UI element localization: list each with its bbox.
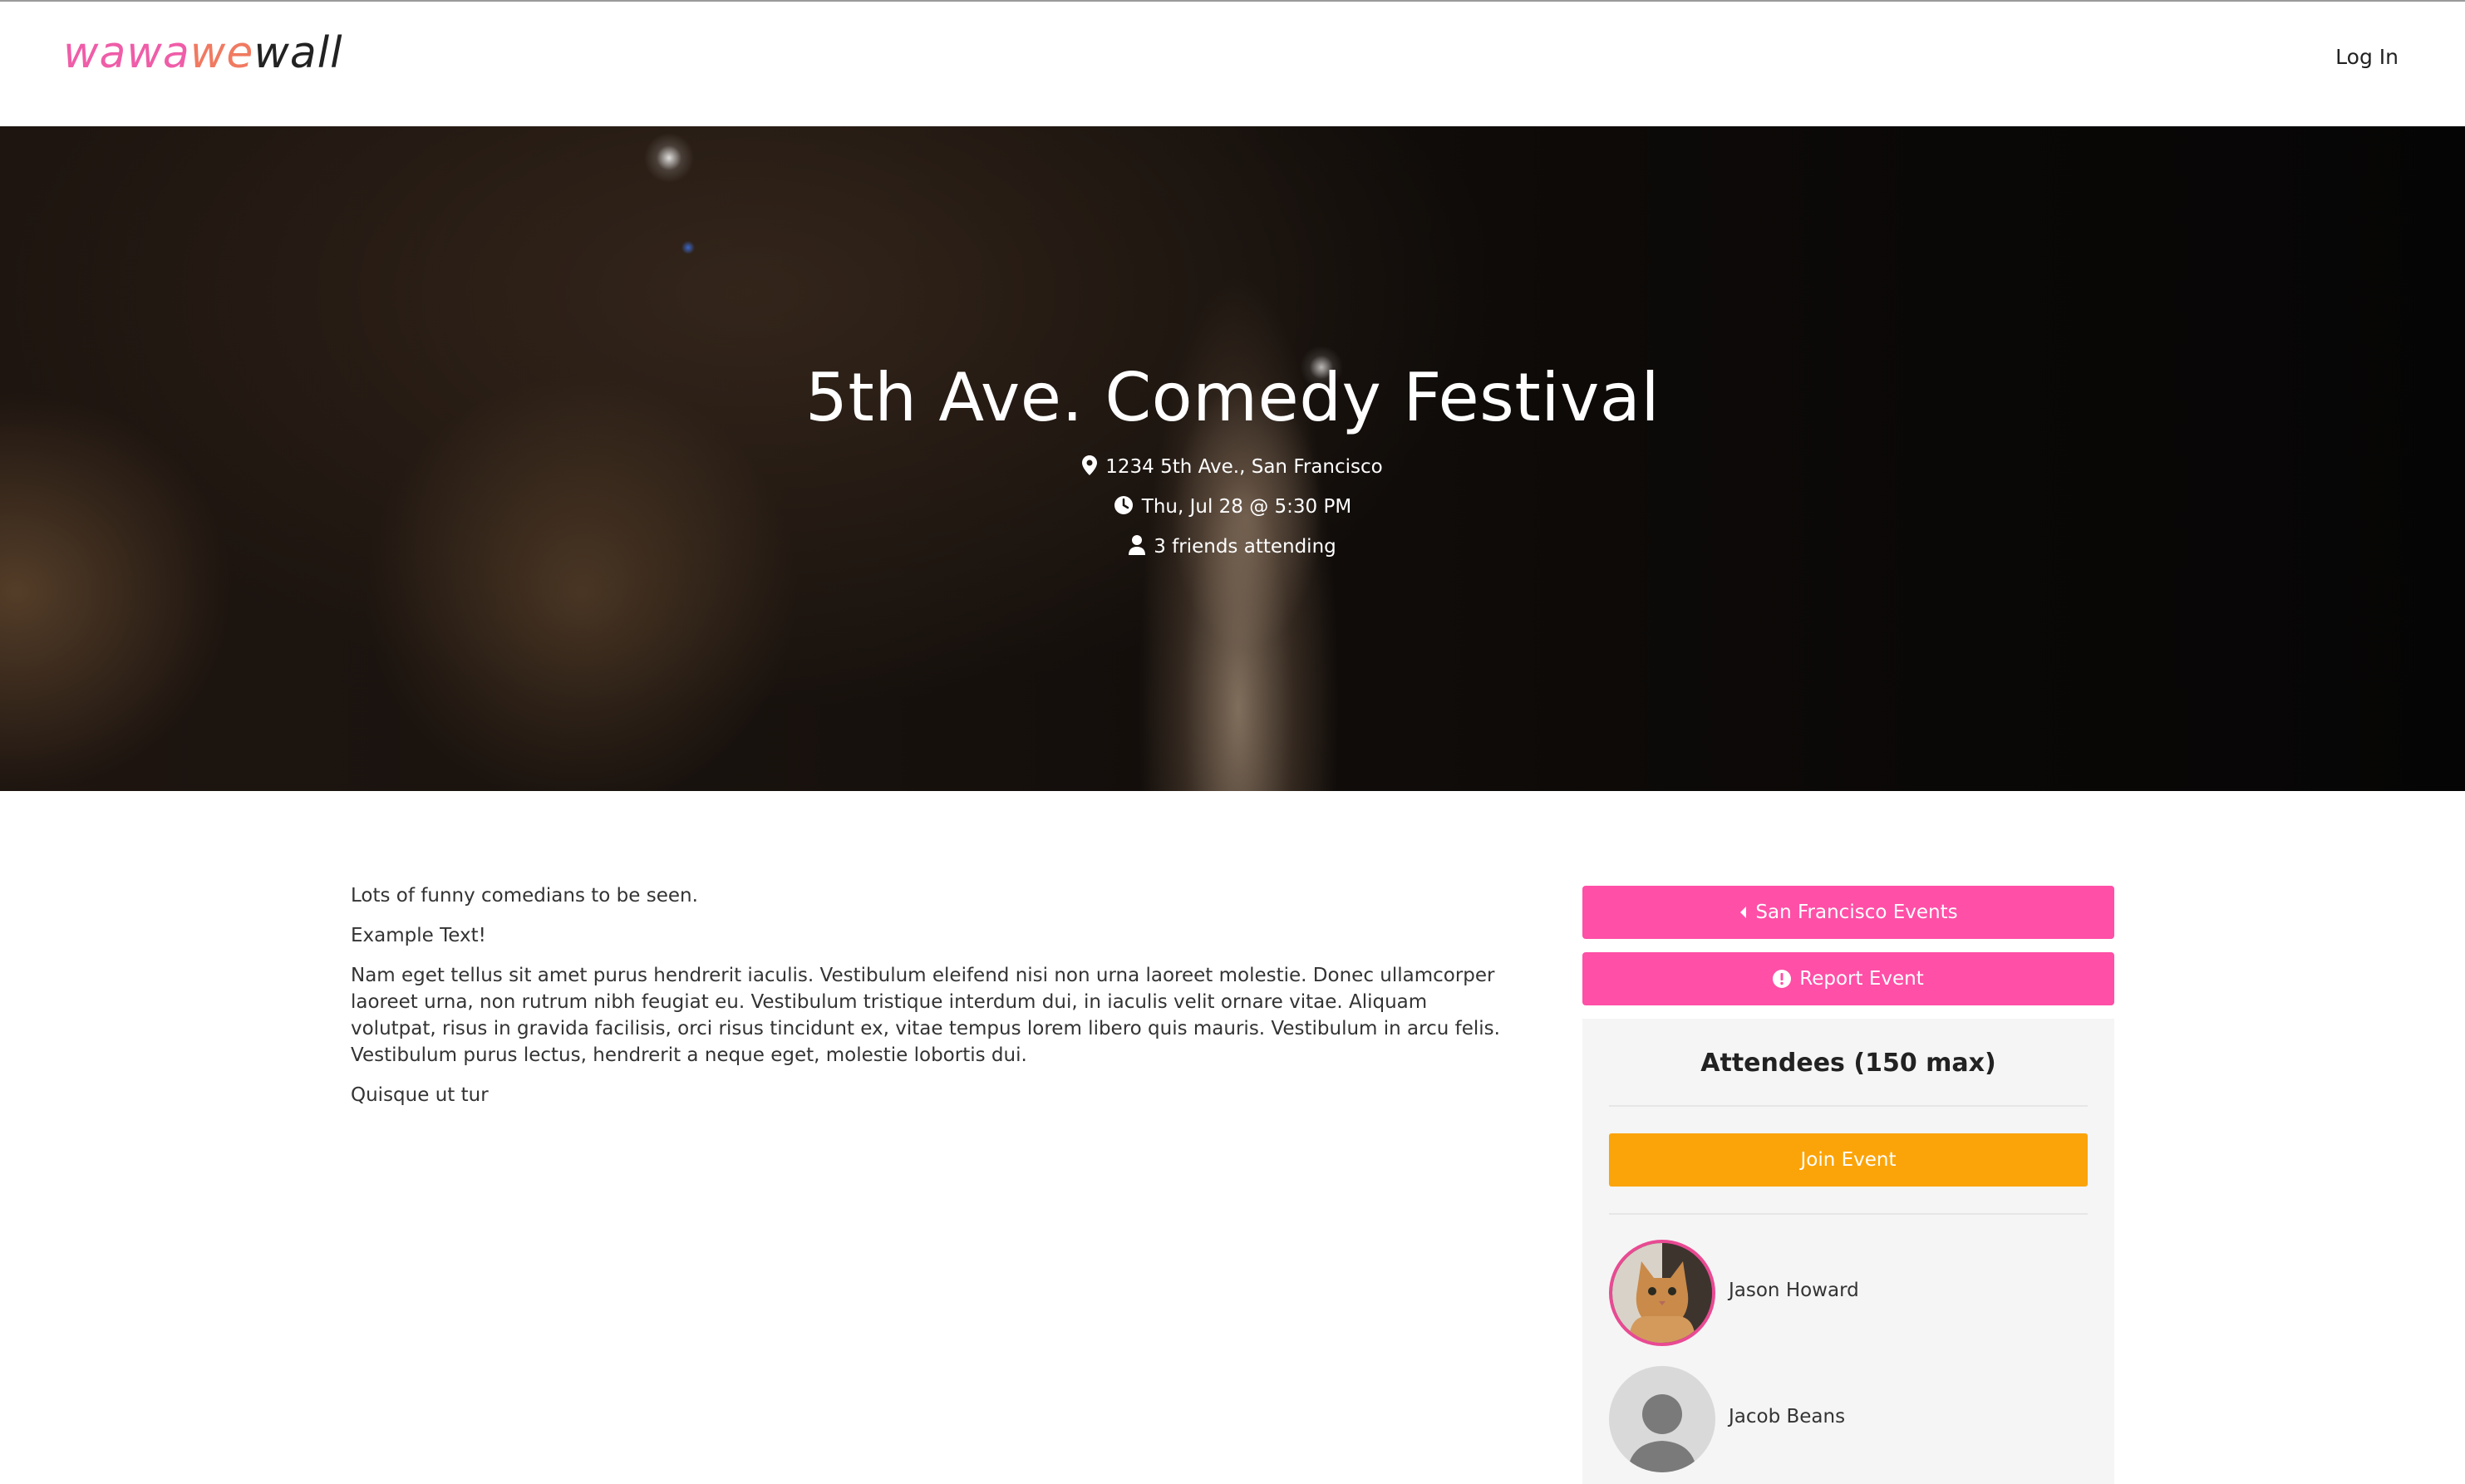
description-paragraph: Quisque ut tur — [351, 1084, 489, 1106]
back-button-label: San Francisco Events — [1755, 902, 1958, 923]
info-circle-icon — [1773, 970, 1792, 988]
event-friends: 3 friends attending — [0, 535, 2465, 560]
site-logo[interactable]: wawawewall — [63, 28, 343, 78]
description-paragraph: Nam eget tellus sit amet purus hendrerit… — [351, 965, 1500, 1066]
attendee-item[interactable]: Jacob Beans — [1609, 1366, 2088, 1474]
description-paragraph: Example Text! — [351, 925, 486, 946]
event-datetime: Thu, Jul 28 @ 5:30 PM — [0, 495, 2465, 520]
back-to-city-events-button[interactable]: San Francisco Events — [1582, 886, 2114, 939]
avatar — [1609, 1240, 1715, 1346]
event-description: Lots of funny comedians to be seen. Exam… — [351, 882, 1514, 1122]
event-friends-text: 3 friends attending — [1154, 536, 1336, 558]
logo-part-wall: wall — [253, 28, 343, 78]
attendees-panel: Attendees (150 max) Join Event Jason How… — [1582, 1019, 2114, 1484]
logo-part-we: we — [189, 28, 254, 78]
attendees-title: Attendees (150 max) — [1700, 1049, 1996, 1078]
attendee-name: Jason Howard — [1729, 1280, 1859, 1301]
navbar: wawawewall Log In — [0, 2, 2465, 126]
clock-icon — [1114, 495, 1134, 520]
event-location: 1234 5th Ave., San Francisco — [0, 455, 2465, 480]
divider — [1609, 1105, 2088, 1107]
avatar-placeholder — [1609, 1366, 1715, 1472]
attendee-name: Jacob Beans — [1729, 1406, 1846, 1427]
divider — [1609, 1213, 2088, 1215]
user-icon — [1129, 535, 1146, 560]
logo-part-wawa: wawa — [63, 28, 190, 78]
description-paragraph: Lots of funny comedians to be seen. — [351, 885, 698, 907]
report-button-label: Report Event — [1799, 968, 1924, 990]
join-event-button[interactable]: Join Event — [1609, 1133, 2088, 1187]
attendee-item[interactable]: Jason Howard — [1609, 1240, 2088, 1348]
event-datetime-text: Thu, Jul 28 @ 5:30 PM — [1141, 496, 1352, 518]
map-pin-icon — [1082, 455, 1098, 480]
event-hero-banner: 5th Ave. Comedy Festival 1234 5th Ave., … — [0, 126, 2465, 791]
event-location-text: 1234 5th Ave., San Francisco — [1105, 456, 1383, 478]
caret-left-icon — [1739, 906, 1747, 919]
event-title: 5th Ave. Comedy Festival — [804, 359, 1661, 436]
report-event-button[interactable]: Report Event — [1582, 952, 2114, 1005]
login-link[interactable]: Log In — [2335, 45, 2399, 69]
